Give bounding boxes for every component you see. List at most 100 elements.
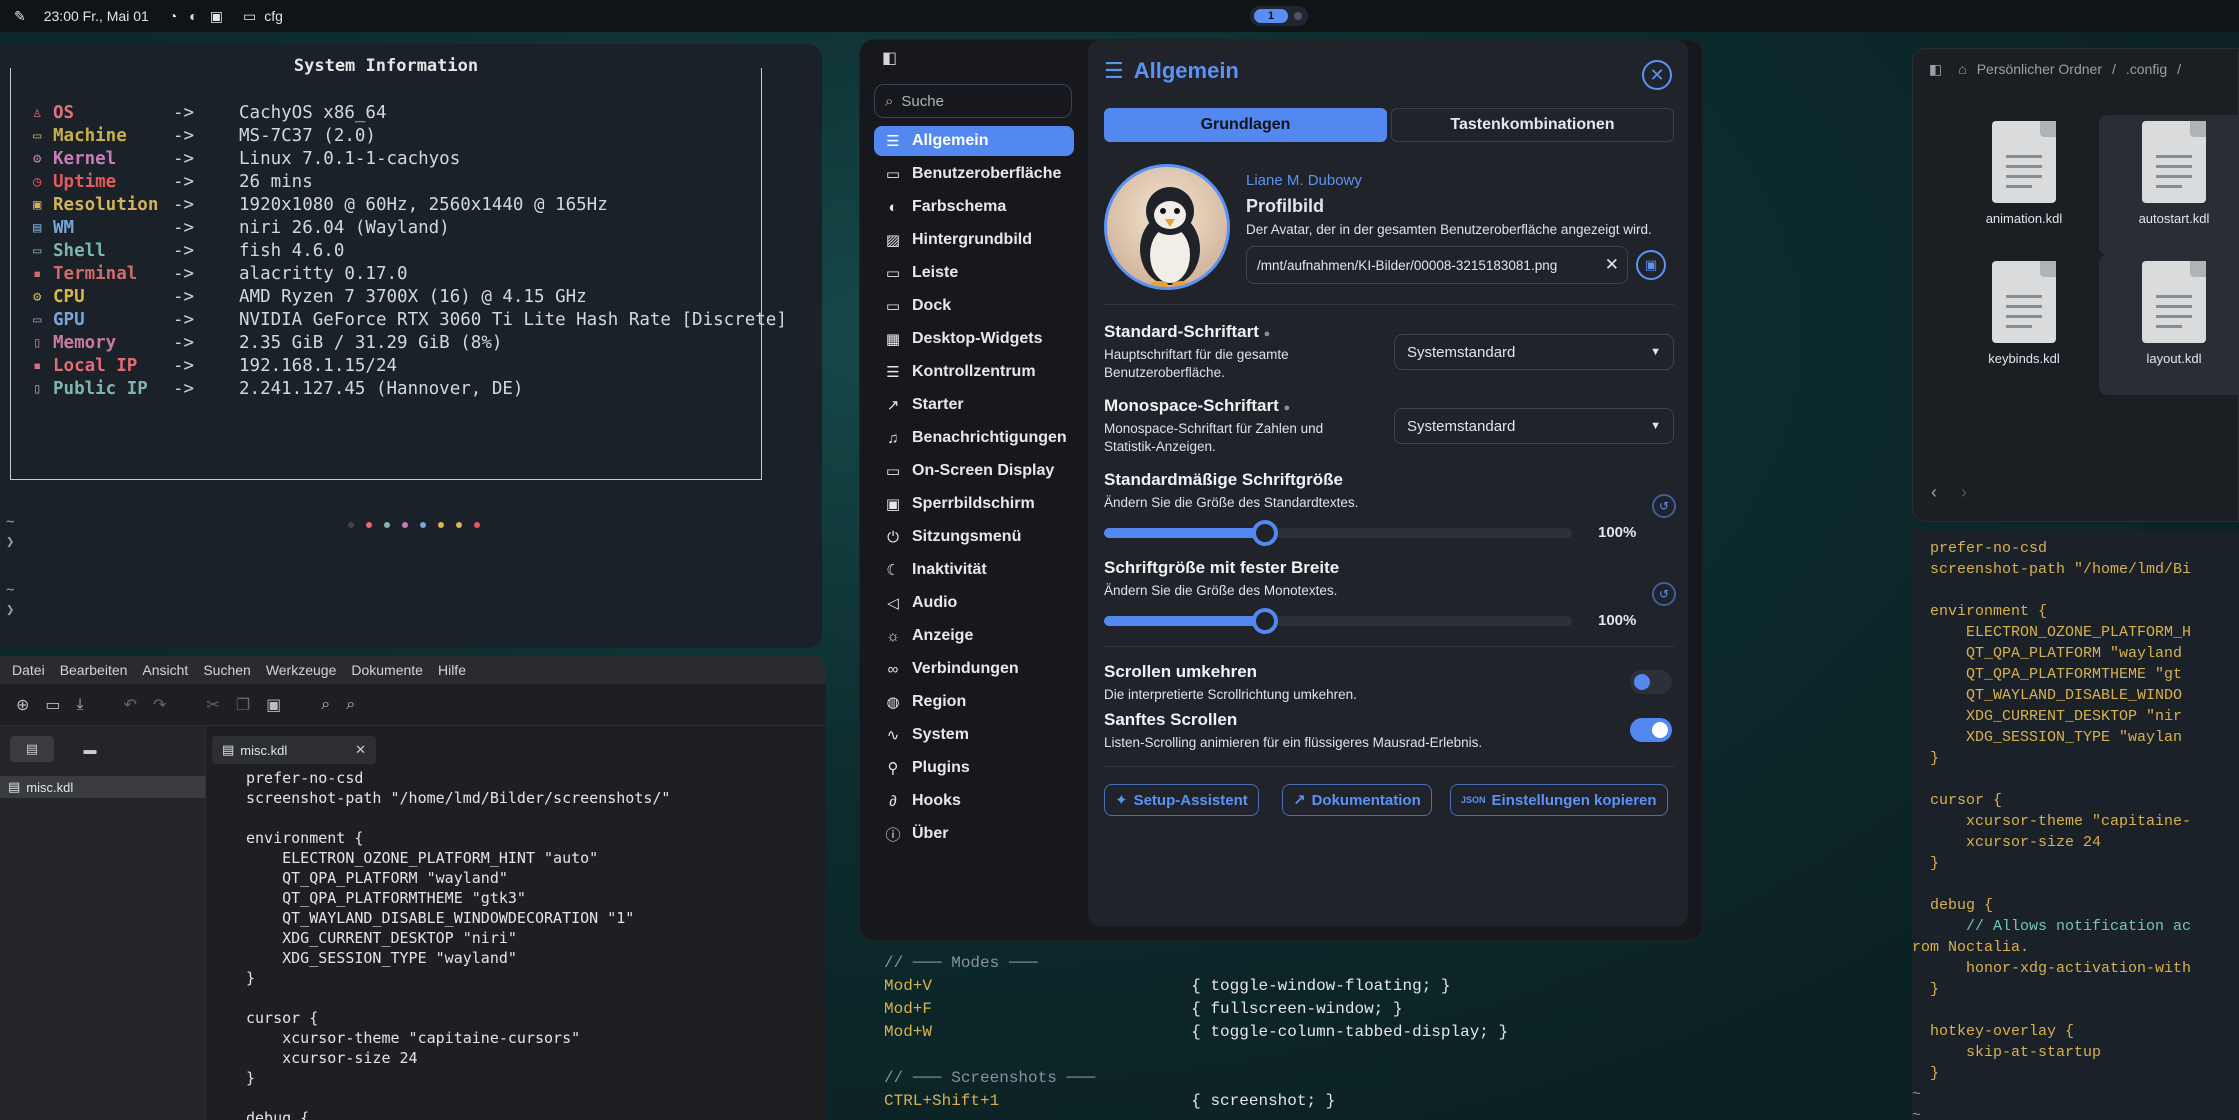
search-input[interactable]: ⌕ Suche <box>874 84 1072 118</box>
sidebar-toggle-icon[interactable]: ◧ <box>1929 61 1942 78</box>
breadcrumb-config[interactable]: .config <box>2126 61 2167 77</box>
nav-icon: ▭ <box>885 298 901 315</box>
nav-item-plugins[interactable]: ⚲ Plugins <box>874 753 1074 783</box>
file-item[interactable]: keybinds.kdl <box>1949 255 2099 395</box>
setup-assistant-button[interactable]: ✦ Setup-Assistent <box>1104 784 1259 816</box>
cpu-icon[interactable]: ◔ <box>169 8 177 24</box>
nav-item-allgemein[interactable]: ☰ Allgemein <box>874 126 1074 156</box>
search-icon[interactable]: ⌕ <box>321 696 330 714</box>
image-picker-button[interactable]: ▣ <box>1636 250 1666 280</box>
nav-item-desktop-widgets[interactable]: ▦ Desktop-Widgets <box>874 324 1074 354</box>
sidebar-file-item[interactable]: ▤ misc.kdl <box>0 776 205 798</box>
slider-handle[interactable] <box>1252 608 1279 634</box>
nav-item-hintergrundbild[interactable]: ▨ Hintergrundbild <box>874 225 1074 255</box>
sysinfo-key: Kernel <box>53 149 117 169</box>
memory-icon[interactable]: ◐ <box>189 8 197 24</box>
workspace-active[interactable]: 1 <box>1254 9 1288 23</box>
menu-item-hilfe[interactable]: Hilfe <box>438 662 466 678</box>
workspace-dot[interactable] <box>1294 12 1302 20</box>
nav-item-region[interactable]: ◍ Region <box>874 687 1074 717</box>
menu-item-dokumente[interactable]: Dokumente <box>351 662 423 678</box>
reset-icon[interactable]: ↺ <box>1652 582 1676 606</box>
save-icon[interactable]: ⤓ <box>77 696 84 714</box>
nav-item-starter[interactable]: ↗ Starter <box>874 390 1074 420</box>
nav-item-sitzungsmenü[interactable]: ⏻ Sitzungsmenü <box>874 522 1074 552</box>
slider-handle[interactable] <box>1252 520 1279 546</box>
size-default-slider[interactable] <box>1104 520 1572 546</box>
clear-icon[interactable]: ✕ <box>1605 255 1619 275</box>
forward-icon[interactable]: › <box>1961 482 1967 503</box>
terminal-window[interactable]: System Information ♙ OS -> CachyOS x86_64 ▭ M… <box>0 44 822 648</box>
nav-label: On-Screen Display <box>912 462 1055 479</box>
nav-item-hooks[interactable]: ∂ Hooks <box>874 786 1074 816</box>
menu-item-bearbeiten[interactable]: Bearbeiten <box>60 662 128 678</box>
tab-grundlagen[interactable]: Grundlagen <box>1104 108 1387 142</box>
nav-icon: ∂ <box>889 792 897 810</box>
documents-tab-icon[interactable]: ▤ <box>10 736 54 762</box>
menu-item-ansicht[interactable]: Ansicht <box>142 662 188 678</box>
sidebar-toggle-icon[interactable]: ◧ <box>882 48 897 68</box>
nav-item-anzeige[interactable]: ☼ Anzeige <box>874 621 1074 651</box>
launcher-icon[interactable]: ✎ <box>14 8 26 25</box>
scroll-reverse-desc: Die interpretierte Scrollrichtung umkehr… <box>1104 687 1357 702</box>
breadcrumb-home[interactable]: Persönlicher Ordner <box>1977 61 2102 77</box>
avatar[interactable] <box>1104 164 1230 290</box>
documentation-button[interactable]: ↗ Dokumentation <box>1282 784 1432 816</box>
prompt-arrow[interactable]: ❯ <box>6 600 14 620</box>
document-tab[interactable]: ▤ misc.kdl ✕ <box>212 736 376 764</box>
nav-item-dock[interactable]: ▭ Dock <box>874 291 1074 321</box>
scroll-reverse-toggle[interactable] <box>1630 670 1672 694</box>
nav-item-inaktivität[interactable]: ☾ Inaktivität <box>874 555 1074 585</box>
nav-item-über[interactable]: ⓘ Über <box>874 819 1074 849</box>
size-mono-slider[interactable] <box>1104 608 1572 634</box>
nav-item-benutzeroberfläche[interactable]: ▭ Benutzeroberfläche <box>874 159 1074 189</box>
undo-icon[interactable]: ↶ <box>124 695 137 715</box>
font-mono-dropdown[interactable]: Systemstandard ▼ <box>1394 408 1674 444</box>
scroll-smooth-toggle[interactable] <box>1630 718 1672 742</box>
file-item[interactable]: animation.kdl <box>1949 115 2099 255</box>
menu-item-suchen[interactable]: Suchen <box>203 662 250 678</box>
nav-item-system[interactable]: ∿ System <box>874 720 1074 750</box>
files-tab-icon[interactable]: ▬ <box>68 736 112 762</box>
text-editor-window[interactable]: Datei Bearbeiten Ansicht Suchen Werkzeuge Dok… <box>0 656 826 1120</box>
sysinfo-value: 2.35 GiB / 31.29 GiB (8%) <box>239 333 503 353</box>
nav-item-benachrichtigungen[interactable]: ♫ Benachrichtigungen <box>874 423 1074 453</box>
right-code-pane[interactable]: prefer-no-csd screenshot-path "/home/lmd… <box>1912 530 2239 1120</box>
nav-item-kontrollzentrum[interactable]: ☰ Kontrollzentrum <box>874 357 1074 387</box>
nav-item-sperrbildschirm[interactable]: ▣ Sperrbildschirm <box>874 489 1074 519</box>
avatar-path-input[interactable]: /mnt/aufnahmen/KI-Bilder/00008-321518308… <box>1246 246 1628 284</box>
sysinfo-title: System Information <box>283 56 489 76</box>
nav-item-farbschema[interactable]: ◐ Farbschema <box>874 192 1074 222</box>
editor-code[interactable]: prefer-no-csd screenshot-path "/home/lmd… <box>246 768 670 1120</box>
sysinfo-value: NVIDIA GeForce RTX 3060 Ti Lite Hash Rat… <box>239 310 787 330</box>
file-manager-window[interactable]: ◧ ⌂ Persönlicher Ordner / .config / anim… <box>1912 48 2239 522</box>
nav-item-verbindungen[interactable]: ∞ Verbindungen <box>874 654 1074 684</box>
replace-icon[interactable]: ⌕ <box>346 696 355 714</box>
workspace-indicator[interactable]: 1 <box>1250 6 1308 26</box>
copy-icon[interactable]: ❐ <box>236 695 250 715</box>
menu-item-werkzeuge[interactable]: Werkzeuge <box>266 662 337 678</box>
file-item[interactable]: autostart.kdl <box>2099 115 2239 255</box>
reset-icon[interactable]: ↺ <box>1652 494 1676 518</box>
copy-settings-button[interactable]: JSON Einstellungen kopieren <box>1450 784 1668 816</box>
font-default-dropdown[interactable]: Systemstandard ▼ <box>1394 334 1674 370</box>
cut-icon[interactable]: ✂ <box>206 695 219 715</box>
nav-label: Benachrichtigungen <box>912 429 1067 446</box>
back-icon[interactable]: ‹ <box>1931 482 1937 503</box>
keybinds-code[interactable]: // ─── Modes ─── Mod+V { toggle-window-fl… <box>860 948 1900 1120</box>
gpu-icon[interactable]: ▣ <box>210 8 223 25</box>
new-file-icon[interactable]: ⊕ <box>16 695 29 715</box>
nav-item-on-screen-display[interactable]: ▭ On-Screen Display <box>874 456 1074 486</box>
close-tab-icon[interactable]: ✕ <box>355 742 366 758</box>
file-item[interactable]: layout.kdl <box>2099 255 2239 395</box>
folder-widget[interactable]: ▭ cfg <box>243 8 283 25</box>
close-button[interactable]: ✕ <box>1642 60 1672 90</box>
clock[interactable]: 23:00 Fr., Mai 01 <box>44 8 149 24</box>
redo-icon[interactable]: ↷ <box>153 695 166 715</box>
nav-item-audio[interactable]: ◁ Audio <box>874 588 1074 618</box>
tab-tastenkombinationen[interactable]: Tastenkombinationen <box>1391 108 1674 142</box>
open-file-icon[interactable]: ▭ <box>45 695 60 715</box>
nav-item-leiste[interactable]: ▭ Leiste <box>874 258 1074 288</box>
menu-item-datei[interactable]: Datei <box>12 662 45 678</box>
paste-icon[interactable]: ▣ <box>266 695 281 715</box>
